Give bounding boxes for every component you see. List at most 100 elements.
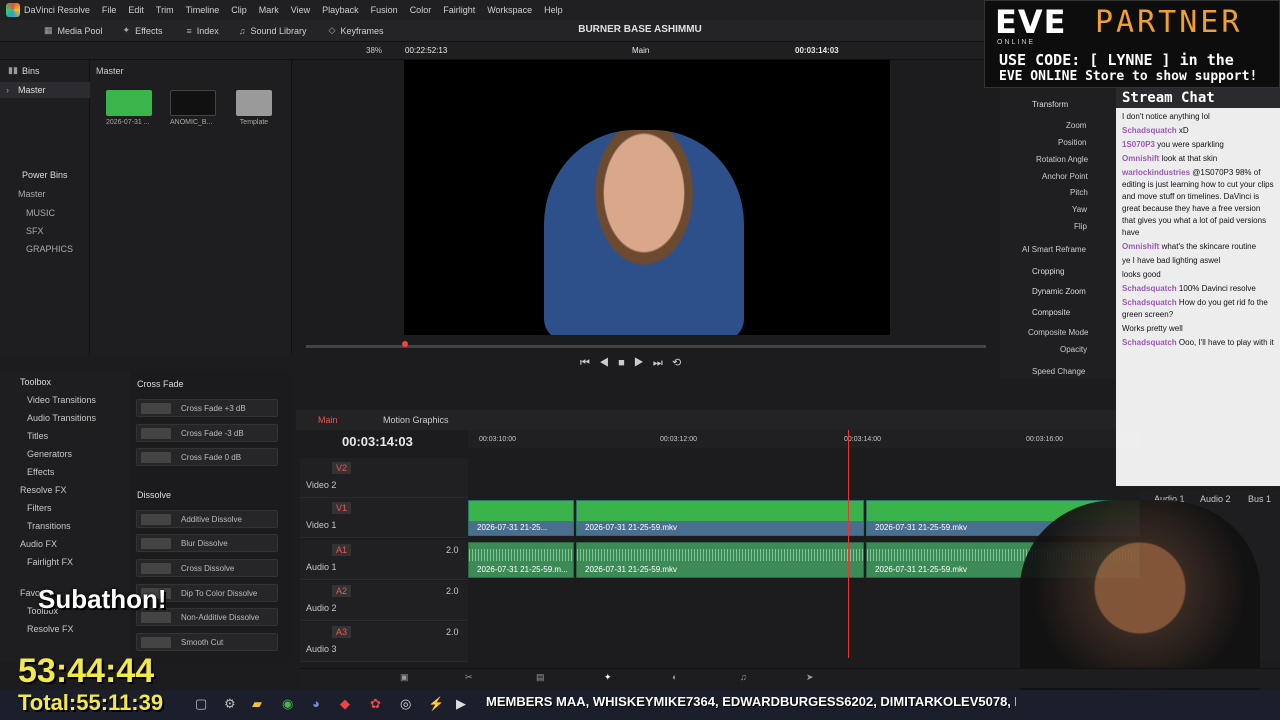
track-id[interactable]: V2 [332, 462, 352, 474]
effect-additive-dissolve[interactable]: Additive Dissolve [136, 510, 278, 528]
fusion-page-icon[interactable]: ✦ [604, 672, 612, 683]
menu-fairlight[interactable]: Fairlight [443, 5, 475, 15]
tab-motion-graphics[interactable]: Motion Graphics [383, 415, 449, 425]
chat-username[interactable]: Omnishift [1122, 154, 1159, 163]
audio-clip[interactable]: 2026-07-31 21-25-59.mkv [576, 542, 864, 578]
menu-trim[interactable]: Trim [156, 5, 174, 15]
effects-button[interactable]: ✦ Effects [123, 25, 163, 36]
chrome-icon[interactable]: ◉ [282, 696, 293, 712]
chat-username[interactable]: Schadsquatch [1122, 126, 1177, 135]
menu-edit[interactable]: Edit [128, 5, 144, 15]
effect-cross-fade-minus3[interactable]: Cross Fade -3 dB [136, 424, 278, 442]
app-name[interactable]: DaVinci Resolve [24, 5, 90, 15]
chat-username[interactable]: Schadsquatch [1122, 298, 1177, 307]
timeline-name[interactable]: Main [632, 46, 649, 55]
resolve-fx-filters[interactable]: Filters [27, 503, 52, 513]
menu-workspace[interactable]: Workspace [487, 5, 532, 15]
toolbox-effects[interactable]: Effects [27, 467, 54, 477]
resolve-taskbar-icon[interactable]: ◆ [340, 696, 350, 712]
video-clip[interactable]: 2026-07-31 21-25... [468, 500, 574, 536]
menu-color[interactable]: Color [410, 5, 432, 15]
media-folder-template[interactable]: Template [236, 90, 272, 126]
folder-sfx[interactable]: SFX [26, 226, 44, 236]
chat-username[interactable]: Schadsquatch [1122, 338, 1177, 347]
discord-icon[interactable]: ◕ [312, 696, 320, 711]
effect-cross-fade-plus3[interactable]: Cross Fade +3 dB [136, 399, 278, 417]
media-page-icon[interactable]: ▣ [400, 672, 409, 683]
media-player-icon[interactable]: ▶ [456, 696, 466, 712]
track-id[interactable]: A3 [332, 626, 352, 638]
favorites-resolve-fx[interactable]: Resolve FX [27, 624, 74, 634]
skip-forward-icon[interactable]: ⏭ [653, 357, 663, 369]
deliver-page-icon[interactable]: ➤ [806, 672, 814, 683]
chat-username[interactable]: Omnishift [1122, 242, 1159, 251]
task-view-icon[interactable]: ▢ [195, 696, 207, 712]
index-button[interactable]: ≡ Index [186, 26, 218, 36]
menu-fusion[interactable]: Fusion [371, 5, 398, 15]
obs-icon[interactable]: ◎ [400, 696, 411, 712]
media-pool-button[interactable]: ▦ Media Pool [44, 25, 103, 36]
color-page-icon[interactable]: ◐ [672, 672, 677, 682]
track-id[interactable]: V1 [332, 502, 352, 514]
toolbox-audio-transitions[interactable]: Audio Transitions [27, 413, 96, 423]
menu-clip[interactable]: Clip [231, 5, 247, 15]
media-clip-2[interactable]: ANOMIC_B... [170, 90, 216, 126]
loop-icon[interactable]: ⟲ [672, 357, 681, 369]
keyframes-button[interactable]: ◇ Keyframes [329, 25, 384, 36]
mixer-channel: Audio 2 [1200, 494, 1231, 504]
sound-library-button[interactable]: ♫ Sound Library [239, 26, 307, 36]
effect-thumb-icon [141, 538, 171, 549]
edit-page-icon[interactable]: ▤ [536, 672, 545, 683]
folder-icon [236, 90, 272, 116]
timeline-ruler[interactable]: 00:03:10:00 00:03:12:00 00:03:14:00 00:0… [468, 430, 1140, 448]
menu-timeline[interactable]: Timeline [186, 5, 220, 15]
toolbox-titles[interactable]: Titles [27, 431, 48, 441]
play-icon[interactable]: ▶ [634, 357, 644, 369]
effect-cross-fade-0[interactable]: Cross Fade 0 dB [136, 448, 278, 466]
effect-cross-dissolve[interactable]: Cross Dissolve [136, 559, 278, 577]
resolve-fx-group[interactable]: Resolve FX [20, 485, 67, 495]
skip-back-icon[interactable]: ⏮ [580, 357, 590, 369]
fairlight-fx[interactable]: Fairlight FX [27, 557, 73, 567]
menu-file[interactable]: File [102, 5, 117, 15]
bin-master-row[interactable]: › Master [0, 82, 90, 98]
settings-icon[interactable]: ⚙ [224, 696, 236, 712]
track-id[interactable]: A2 [332, 585, 352, 597]
toolbox-generators[interactable]: Generators [27, 449, 72, 459]
app-icon[interactable]: ⚡ [428, 696, 444, 712]
chat-username[interactable]: 1S070P3 [1122, 140, 1155, 149]
viewer-canvas[interactable] [404, 60, 890, 335]
folder-music[interactable]: MUSIC [26, 208, 55, 218]
stop-icon[interactable]: ■ [618, 357, 625, 369]
menu-playback[interactable]: Playback [322, 5, 359, 15]
playhead[interactable] [848, 430, 849, 658]
tab-main[interactable]: Main [318, 415, 338, 425]
audio-fx-group[interactable]: Audio FX [20, 539, 57, 549]
track-id[interactable]: A1 [332, 544, 352, 556]
app-icon[interactable]: ✿ [370, 696, 381, 712]
menu-view[interactable]: View [291, 5, 310, 15]
toolbox-video-transitions[interactable]: Video Transitions [27, 395, 96, 405]
resolve-fx-transitions[interactable]: Transitions [27, 521, 71, 531]
chat-username[interactable]: Schadsquatch [1122, 284, 1177, 293]
cut-page-icon[interactable]: ✂ [465, 672, 473, 683]
scrubber-playhead[interactable] [402, 341, 408, 347]
folder-graphics[interactable]: GRAPHICS [26, 244, 73, 254]
toolbox-title[interactable]: Toolbox [20, 377, 51, 387]
fairlight-page-icon[interactable]: ♫ [740, 672, 747, 682]
viewer-scrubber[interactable] [306, 341, 986, 348]
power-bin-master[interactable]: Master [18, 189, 46, 199]
effect-smooth-cut[interactable]: Smooth Cut [136, 633, 278, 651]
zoom-level[interactable]: 38% [366, 46, 382, 55]
media-clip-1[interactable]: 2026-07-31 ... [106, 90, 152, 126]
video-clip[interactable]: 2026-07-31 21-25-59.mkv [576, 500, 864, 536]
chat-username[interactable]: warlockindustries [1122, 168, 1190, 177]
file-explorer-icon[interactable]: ▰ [252, 696, 262, 712]
effect-blur-dissolve[interactable]: Blur Dissolve [136, 534, 278, 552]
menu-help[interactable]: Help [544, 5, 563, 15]
play-reverse-icon[interactable]: ◀ [599, 357, 609, 369]
audio-clip[interactable]: 2026-07-31 21-25-59.m... [468, 542, 574, 578]
menu-mark[interactable]: Mark [259, 5, 279, 15]
bins-collapse-icon[interactable]: ▮▮ [8, 65, 18, 76]
subathon-label: Subathon! [38, 584, 167, 614]
